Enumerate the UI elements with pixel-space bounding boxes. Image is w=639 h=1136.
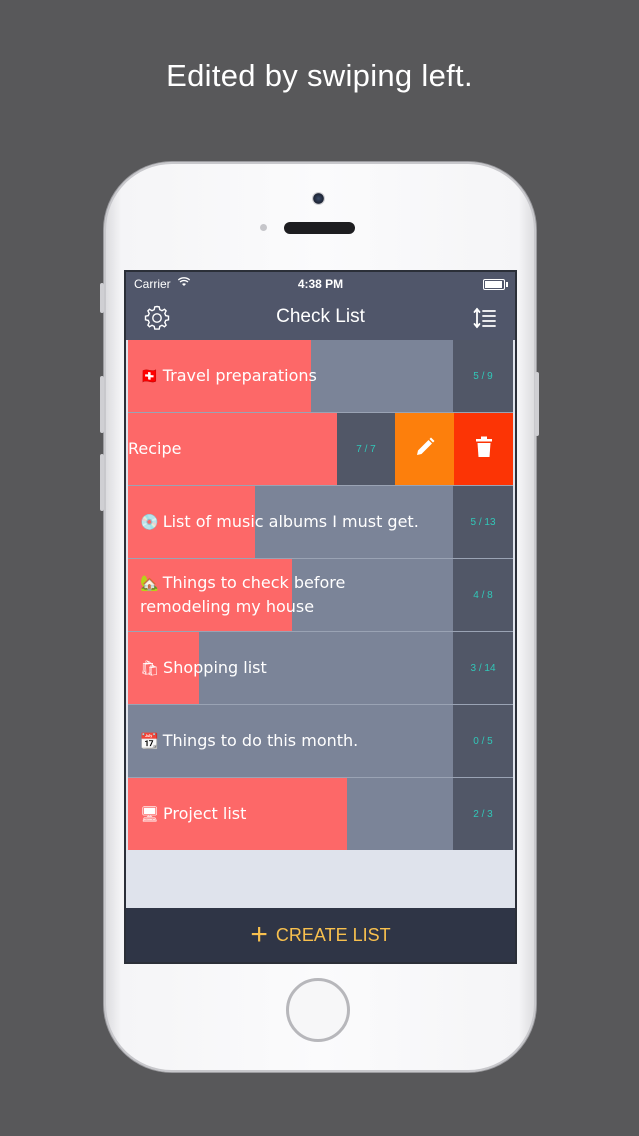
delete-button[interactable] bbox=[454, 413, 513, 485]
caption: Edited by swiping left. bbox=[166, 58, 473, 93]
volume-up-button bbox=[100, 376, 104, 433]
list-item-label: 💿 List of music albums I must get. bbox=[140, 486, 441, 558]
list-item-label: 🛍 Shopping list bbox=[140, 632, 441, 704]
list-item-shopping[interactable]: 🛍 Shopping list 3 / 14 bbox=[128, 632, 513, 705]
list-item-label: 🖥 Project list bbox=[140, 778, 441, 850]
list-item-label: 🇨🇭 Travel preparations bbox=[140, 340, 441, 412]
house-icon: 🏡 bbox=[140, 574, 159, 592]
trash-icon bbox=[475, 436, 493, 462]
item-count: 0 / 5 bbox=[453, 705, 513, 777]
list-title: Project list bbox=[163, 804, 247, 823]
list-title: List of music albums I must get. bbox=[162, 512, 419, 531]
edit-button[interactable] bbox=[395, 413, 454, 485]
status-bar: Carrier 4:38 PM bbox=[126, 272, 515, 296]
earpiece-speaker bbox=[284, 222, 355, 234]
check-list: 🇨🇭 Travel preparations 5 / 9 Recipe 7 / 7 bbox=[128, 340, 513, 850]
list-title: Shopping list bbox=[163, 658, 267, 677]
create-list-button[interactable]: + CREATE LIST bbox=[126, 908, 515, 962]
front-camera bbox=[312, 192, 325, 205]
list-item-project[interactable]: 🖥 Project list 2 / 3 bbox=[128, 778, 513, 850]
item-count: 5 / 9 bbox=[453, 340, 513, 412]
mute-switch bbox=[100, 283, 104, 313]
item-count: 7 / 7 bbox=[337, 413, 395, 485]
page-title: Check List bbox=[276, 306, 365, 327]
app-screen: Carrier 4:38 PM Check List 🇨🇭 Travel pre… bbox=[124, 270, 517, 964]
sort-icon[interactable] bbox=[473, 306, 497, 330]
list-item-recipe[interactable]: Recipe 7 / 7 bbox=[128, 413, 513, 486]
list-title: Things to check before remodeling my hou… bbox=[140, 573, 346, 616]
item-count: 5 / 13 bbox=[453, 486, 513, 558]
volume-down-button bbox=[100, 454, 104, 511]
list-title: Things to do this month. bbox=[162, 731, 359, 750]
list-item-remodel[interactable]: 🏡 Things to check before remodeling my ho… bbox=[128, 559, 513, 632]
list-item-label: Recipe bbox=[128, 413, 328, 485]
proximity-sensor bbox=[260, 224, 267, 231]
nav-bar: Check List bbox=[126, 296, 515, 340]
list-title: Travel preparations bbox=[162, 366, 317, 385]
power-button bbox=[535, 372, 539, 436]
plus-icon: + bbox=[250, 918, 268, 951]
list-item-month[interactable]: 📆 Things to do this month. 0 / 5 bbox=[128, 705, 513, 778]
list-item-music[interactable]: 💿 List of music albums I must get. 5 / 13 bbox=[128, 486, 513, 559]
create-list-label: CREATE LIST bbox=[275, 924, 391, 945]
home-button[interactable] bbox=[286, 978, 350, 1042]
battery-icon bbox=[483, 279, 508, 290]
pencil-icon bbox=[414, 436, 436, 462]
calendar-icon: 📆 bbox=[140, 732, 159, 750]
list-title: Recipe bbox=[128, 439, 182, 458]
clock: 4:38 PM bbox=[297, 277, 344, 291]
item-count: 4 / 8 bbox=[453, 559, 513, 631]
computer-icon: 🖥 bbox=[140, 805, 160, 823]
cd-icon: 💿 bbox=[140, 513, 159, 531]
item-count: 2 / 3 bbox=[453, 778, 513, 850]
item-count: 3 / 14 bbox=[453, 632, 513, 704]
shopping-bags-icon: 🛍 bbox=[140, 659, 160, 677]
list-item-label: 📆 Things to do this month. bbox=[140, 705, 441, 777]
flag-icon: 🇨🇭 bbox=[140, 367, 159, 385]
list-item-travel[interactable]: 🇨🇭 Travel preparations 5 / 9 bbox=[128, 340, 513, 413]
list-item-label: 🏡 Things to check before remodeling my ho… bbox=[140, 559, 441, 631]
